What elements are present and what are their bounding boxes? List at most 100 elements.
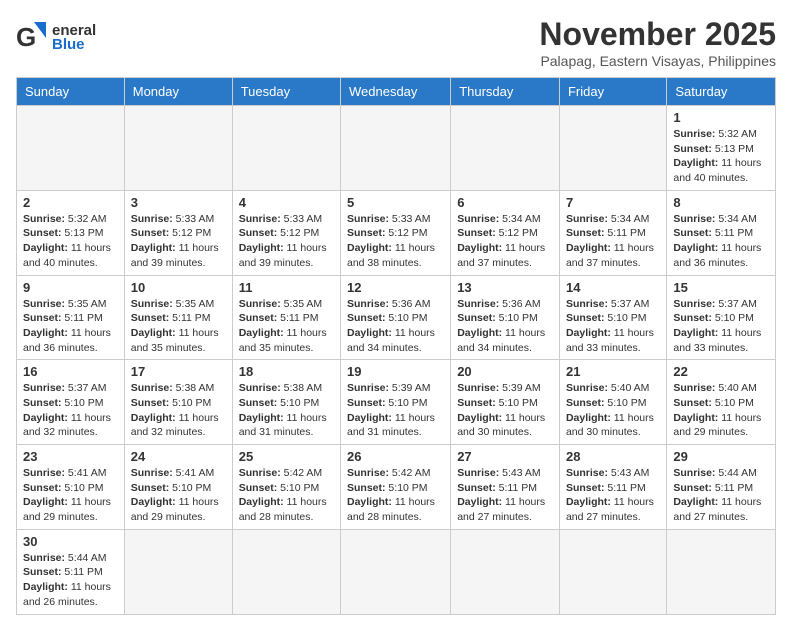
table-row: 21Sunrise: 5:40 AMSunset: 5:10 PMDayligh… — [559, 360, 666, 445]
calendar-week-row: 2Sunrise: 5:32 AMSunset: 5:13 PMDaylight… — [17, 190, 776, 275]
table-row — [341, 529, 451, 614]
table-row — [667, 529, 776, 614]
page-header: G eneral Blue November 2025 Palapag, Eas… — [16, 16, 776, 69]
calendar-week-row: 16Sunrise: 5:37 AMSunset: 5:10 PMDayligh… — [17, 360, 776, 445]
table-row: 20 Sunrise: 5:39 AMSunset: 5:10 PMDayligh… — [451, 360, 560, 445]
table-row: 14 Sunrise: 5:37 AMSunset: 5:10 PMDayligh… — [559, 275, 666, 360]
table-row: 22 Sunrise: 5:40 AMSunset: 5:10 PMDayligh… — [667, 360, 776, 445]
day-number: 29 — [673, 449, 769, 464]
day-number: 10 — [131, 280, 226, 295]
day-number: 8 — [673, 195, 769, 210]
logo: G eneral Blue — [16, 20, 96, 56]
calendar-header-row: Sunday Monday Tuesday Wednesday Thursday… — [17, 78, 776, 106]
table-row: 8Sunrise: 5:34 AMSunset: 5:11 PMDaylight… — [667, 190, 776, 275]
table-row: 7 Sunrise: 5:34 AMSunset: 5:11 PMDaylight… — [559, 190, 666, 275]
day-number: 16 — [23, 364, 118, 379]
table-row: 11 Sunrise: 5:35 AMSunset: 5:11 PMDayligh… — [232, 275, 340, 360]
day-number: 11 — [239, 280, 334, 295]
table-row — [559, 529, 666, 614]
calendar-week-row: 1 Sunrise: 5:32 AMSunset: 5:13 PMDaylight… — [17, 106, 776, 191]
day-info: Sunrise: 5:38 AMSunset: 5:10 PMDaylight:… — [239, 381, 334, 440]
table-row: 28Sunrise: 5:43 AMSunset: 5:11 PMDayligh… — [559, 445, 666, 530]
day-number: 6 — [457, 195, 553, 210]
table-row: 23Sunrise: 5:41 AMSunset: 5:10 PMDayligh… — [17, 445, 125, 530]
day-info: Sunrise: 5:43 AMSunset: 5:11 PMDaylight:… — [457, 466, 553, 525]
table-row: 13Sunrise: 5:36 AMSunset: 5:10 PMDayligh… — [451, 275, 560, 360]
header-wednesday: Wednesday — [341, 78, 451, 106]
table-row: 25Sunrise: 5:42 AMSunset: 5:10 PMDayligh… — [232, 445, 340, 530]
location-subtitle: Palapag, Eastern Visayas, Philippines — [539, 53, 776, 69]
table-row — [232, 529, 340, 614]
table-row — [451, 529, 560, 614]
day-number: 3 — [131, 195, 226, 210]
day-info: Sunrise: 5:32 AMSunset: 5:13 PMDaylight:… — [673, 127, 769, 186]
table-row: 15Sunrise: 5:37 AMSunset: 5:10 PMDayligh… — [667, 275, 776, 360]
day-number: 24 — [131, 449, 226, 464]
day-info: Sunrise: 5:35 AMSunset: 5:11 PMDaylight:… — [239, 297, 334, 356]
table-row: 12Sunrise: 5:36 AMSunset: 5:10 PMDayligh… — [341, 275, 451, 360]
day-number: 17 — [131, 364, 226, 379]
day-info: Sunrise: 5:39 AMSunset: 5:10 PMDaylight:… — [457, 381, 553, 440]
table-row — [559, 106, 666, 191]
day-info: Sunrise: 5:40 AMSunset: 5:10 PMDaylight:… — [673, 381, 769, 440]
day-number: 20 — [457, 364, 553, 379]
table-row: 4 Sunrise: 5:33 AMSunset: 5:12 PMDaylight… — [232, 190, 340, 275]
table-row: 29Sunrise: 5:44 AMSunset: 5:11 PMDayligh… — [667, 445, 776, 530]
table-row: 27 Sunrise: 5:43 AMSunset: 5:11 PMDayligh… — [451, 445, 560, 530]
day-info: Sunrise: 5:35 AMSunset: 5:11 PMDaylight:… — [23, 297, 118, 356]
header-tuesday: Tuesday — [232, 78, 340, 106]
table-row: 16Sunrise: 5:37 AMSunset: 5:10 PMDayligh… — [17, 360, 125, 445]
table-row — [232, 106, 340, 191]
day-number: 26 — [347, 449, 444, 464]
day-info: Sunrise: 5:33 AMSunset: 5:12 PMDaylight:… — [131, 212, 226, 271]
day-info: Sunrise: 5:36 AMSunset: 5:10 PMDaylight:… — [347, 297, 444, 356]
day-number: 14 — [566, 280, 660, 295]
day-info: Sunrise: 5:44 AMSunset: 5:11 PMDaylight:… — [23, 551, 118, 610]
table-row: 30Sunrise: 5:44 AMSunset: 5:11 PMDayligh… — [17, 529, 125, 614]
table-row — [17, 106, 125, 191]
table-row: 2Sunrise: 5:32 AMSunset: 5:13 PMDaylight… — [17, 190, 125, 275]
logo-svg: G — [16, 20, 48, 56]
day-number: 27 — [457, 449, 553, 464]
day-info: Sunrise: 5:39 AMSunset: 5:10 PMDaylight:… — [347, 381, 444, 440]
calendar-table: Sunday Monday Tuesday Wednesday Thursday… — [16, 77, 776, 615]
table-row — [341, 106, 451, 191]
day-info: Sunrise: 5:33 AMSunset: 5:12 PMDaylight:… — [239, 212, 334, 271]
day-number: 19 — [347, 364, 444, 379]
day-number: 1 — [673, 110, 769, 125]
header-monday: Monday — [124, 78, 232, 106]
day-info: Sunrise: 5:32 AMSunset: 5:13 PMDaylight:… — [23, 212, 118, 271]
day-number: 22 — [673, 364, 769, 379]
day-number: 7 — [566, 195, 660, 210]
day-info: Sunrise: 5:43 AMSunset: 5:11 PMDaylight:… — [566, 466, 660, 525]
table-row — [451, 106, 560, 191]
day-number: 5 — [347, 195, 444, 210]
day-info: Sunrise: 5:34 AMSunset: 5:11 PMDaylight:… — [566, 212, 660, 271]
header-friday: Friday — [559, 78, 666, 106]
table-row — [124, 529, 232, 614]
logo-container: G eneral Blue — [16, 20, 96, 56]
table-row: 26Sunrise: 5:42 AMSunset: 5:10 PMDayligh… — [341, 445, 451, 530]
svg-text:G: G — [16, 22, 36, 52]
day-number: 18 — [239, 364, 334, 379]
logo-blue: Blue — [52, 37, 96, 54]
day-info: Sunrise: 5:33 AMSunset: 5:12 PMDaylight:… — [347, 212, 444, 271]
calendar-week-row: 30Sunrise: 5:44 AMSunset: 5:11 PMDayligh… — [17, 529, 776, 614]
table-row: 3 Sunrise: 5:33 AMSunset: 5:12 PMDaylight… — [124, 190, 232, 275]
table-row — [124, 106, 232, 191]
day-number: 23 — [23, 449, 118, 464]
table-row: 6Sunrise: 5:34 AMSunset: 5:12 PMDaylight… — [451, 190, 560, 275]
calendar-week-row: 23 Sunrise: 5:41 AMSunset: 5:10 PMDayligh… — [17, 445, 776, 530]
day-number: 4 — [239, 195, 334, 210]
header-thursday: Thursday — [451, 78, 560, 106]
table-row: 19 Sunrise: 5:39 AMSunset: 5:10 PMDayligh… — [341, 360, 451, 445]
day-info: Sunrise: 5:37 AMSunset: 5:10 PMDaylight:… — [566, 297, 660, 356]
day-info: Sunrise: 5:35 AMSunset: 5:11 PMDaylight:… — [131, 297, 226, 356]
day-info: Sunrise: 5:38 AMSunset: 5:10 PMDaylight:… — [131, 381, 226, 440]
table-row: 24 Sunrise: 5:41 AMSunset: 5:10 PMDayligh… — [124, 445, 232, 530]
table-row: 9Sunrise: 5:35 AMSunset: 5:11 PMDaylight… — [17, 275, 125, 360]
table-row: 18 Sunrise: 5:38 AMSunset: 5:10 PMDayligh… — [232, 360, 340, 445]
day-info: Sunrise: 5:36 AMSunset: 5:10 PMDaylight:… — [457, 297, 553, 356]
day-info: Sunrise: 5:41 AMSunset: 5:10 PMDaylight:… — [131, 466, 226, 525]
table-row: 10 Sunrise: 5:35 AMSunset: 5:11 PMDayligh… — [124, 275, 232, 360]
